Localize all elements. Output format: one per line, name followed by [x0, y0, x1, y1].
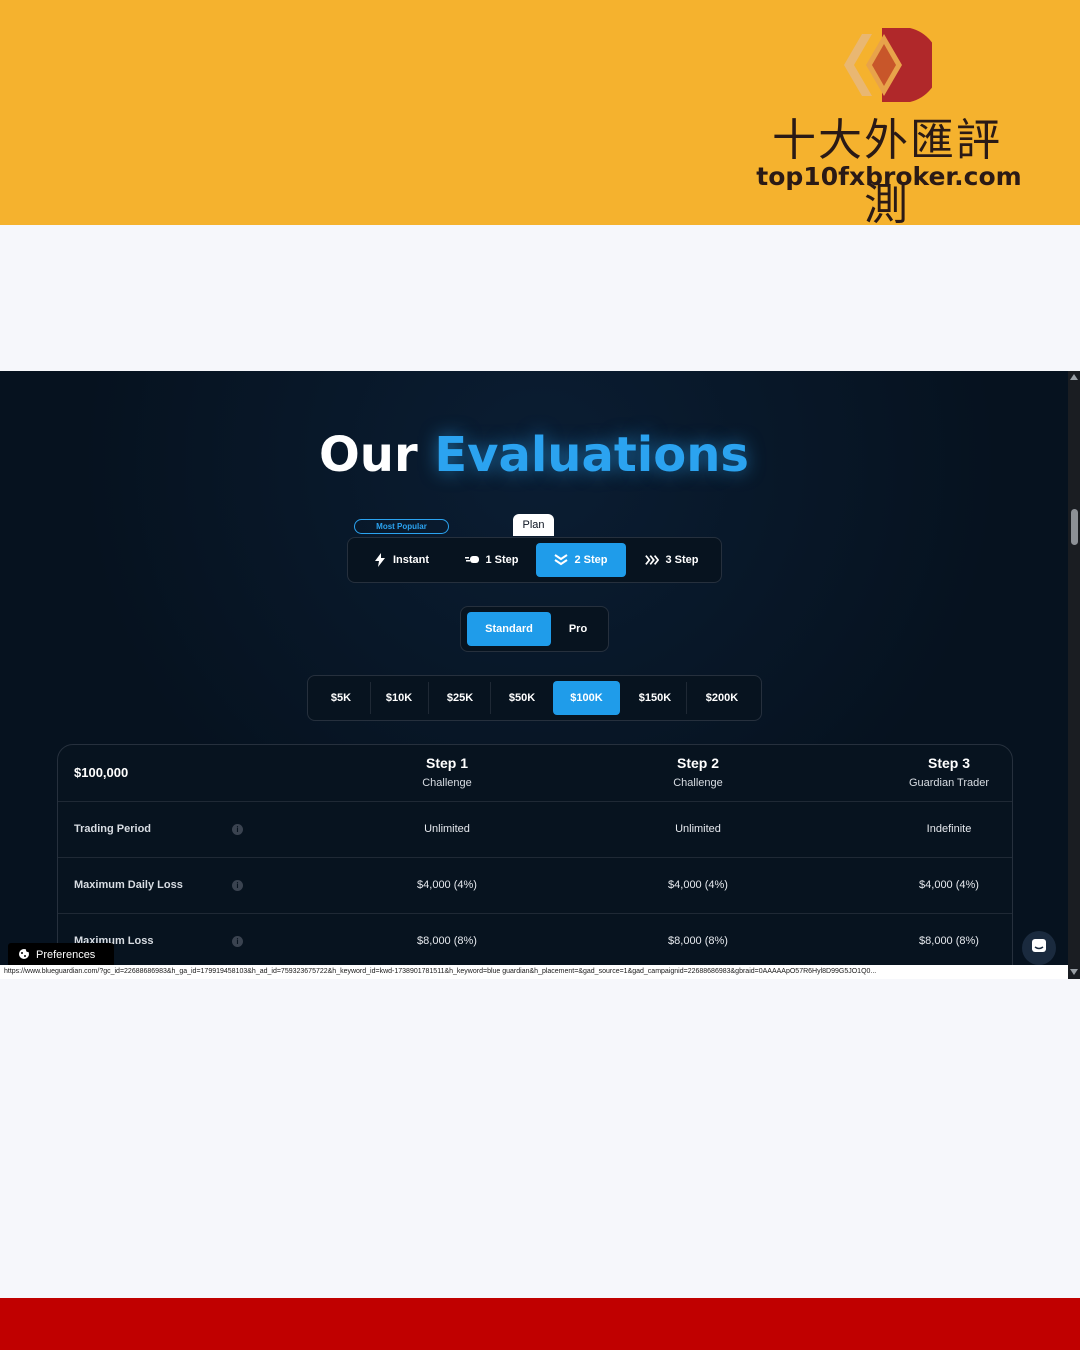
divider — [370, 682, 371, 714]
spacer-top — [0, 225, 1080, 371]
tab-50k[interactable]: $50K — [494, 681, 550, 715]
table-cell: Indefinite — [926, 823, 972, 835]
tab-200k[interactable]: $200K — [690, 681, 754, 715]
tab-100k[interactable]: $100K — [553, 681, 620, 715]
divider — [490, 682, 491, 714]
info-icon[interactable]: i — [232, 824, 243, 835]
table-cell: $8,000 (8%) — [668, 935, 728, 947]
column-subtitle-step-3: Guardian Trader — [908, 777, 990, 789]
tab-instant[interactable]: Instant — [360, 543, 442, 577]
double-chevron-down-icon — [554, 553, 569, 567]
table-cell: Unlimited — [675, 823, 721, 835]
tab-label: 2 Step — [574, 554, 608, 566]
table-cell: $8,000 (8%) — [417, 935, 477, 947]
tab-2-step[interactable]: 2 Step — [536, 543, 626, 577]
chat-icon — [1031, 938, 1047, 959]
bottom-color-bar — [0, 1298, 1080, 1350]
tier-tabs: Standard Pro — [460, 606, 609, 652]
page-title-accent: Evaluations — [434, 427, 749, 483]
column-title-step-3: Step 3 — [927, 755, 970, 771]
tab-pro[interactable]: Pro — [555, 612, 601, 646]
table-row: Trading Period i Unlimited Unlimited Ind… — [58, 801, 1012, 857]
row-label: Trading Period — [74, 823, 152, 835]
chat-launcher-button[interactable] — [1022, 931, 1056, 965]
tab-10k[interactable]: $10K — [372, 681, 426, 715]
tab-standard[interactable]: Standard — [467, 612, 551, 646]
browser-viewport: Our Evaluations Most Popular Plan Instan… — [0, 371, 1080, 979]
preferences-button[interactable]: Preferences — [8, 943, 114, 967]
tab-25k[interactable]: $25K — [432, 681, 488, 715]
table-cell: $4,000 (4%) — [668, 879, 728, 891]
table-row: Maximum Daily Loss i $4,000 (4%) $4,000 … — [58, 857, 1012, 913]
table-cell: $4,000 (4%) — [417, 879, 477, 891]
watermark-banner: 十大外匯評測 top10fxbroker.com — [0, 0, 1080, 230]
tab-label: 1 Step — [485, 554, 519, 566]
scroll-down-arrow-icon[interactable] — [1070, 969, 1078, 975]
tab-150k[interactable]: $150K — [624, 681, 686, 715]
divider — [686, 682, 687, 714]
account-size-tabs: $5K $10K $25K $50K $100K $150K $200K — [307, 675, 762, 721]
cookie-icon — [18, 947, 30, 963]
table-row: Maximum Loss i $8,000 (8%) $8,000 (8%) $… — [58, 913, 1012, 969]
table-cell: $8,000 (8%) — [919, 935, 979, 947]
scrollbar[interactable] — [1068, 371, 1080, 979]
account-size-label: $100,000 — [74, 765, 129, 780]
column-subtitle-step-2: Challenge — [673, 777, 723, 789]
lightning-icon — [373, 553, 387, 567]
brand-logo-icon — [844, 28, 932, 102]
triple-chevron-right-icon — [645, 553, 660, 567]
watermark-url: top10fxbroker.com — [756, 162, 1022, 191]
info-icon[interactable]: i — [232, 880, 243, 891]
divider — [428, 682, 429, 714]
table-cell: Unlimited — [424, 823, 470, 835]
preferences-label: Preferences — [36, 949, 96, 961]
column-title-step-2: Step 2 — [676, 755, 719, 771]
page-title: Our Evaluations — [0, 427, 1068, 483]
most-popular-badge: Most Popular — [354, 519, 449, 534]
status-url-bar: https://www.blueguardian.com/?gc_id=2268… — [0, 965, 1068, 979]
info-icon[interactable]: i — [232, 936, 243, 947]
tab-3-step[interactable]: 3 Step — [632, 543, 712, 577]
tab-5k[interactable]: $5K — [314, 681, 368, 715]
table-cell: $4,000 (4%) — [919, 879, 979, 891]
scroll-up-arrow-icon[interactable] — [1070, 374, 1078, 380]
spacer-bottom — [0, 979, 1080, 1298]
scrollbar-thumb[interactable] — [1071, 509, 1078, 545]
page-title-prefix: Our — [319, 427, 418, 483]
plan-label-tab: Plan — [513, 514, 554, 536]
tab-1-step[interactable]: 1 Step — [452, 543, 532, 577]
tab-label: 3 Step — [665, 554, 699, 566]
column-title-step-1: Step 1 — [425, 755, 468, 771]
evaluation-table: $100,000 Step 1 Challenge Step 2 Challen… — [57, 744, 1013, 979]
plan-tabs: Instant 1 Step 2 Step 3 Step — [347, 537, 722, 583]
fast-forward-icon — [465, 553, 480, 567]
row-label: Maximum Daily Loss — [74, 879, 183, 891]
tab-label: Instant — [392, 554, 430, 566]
column-subtitle-step-1: Challenge — [422, 777, 472, 789]
